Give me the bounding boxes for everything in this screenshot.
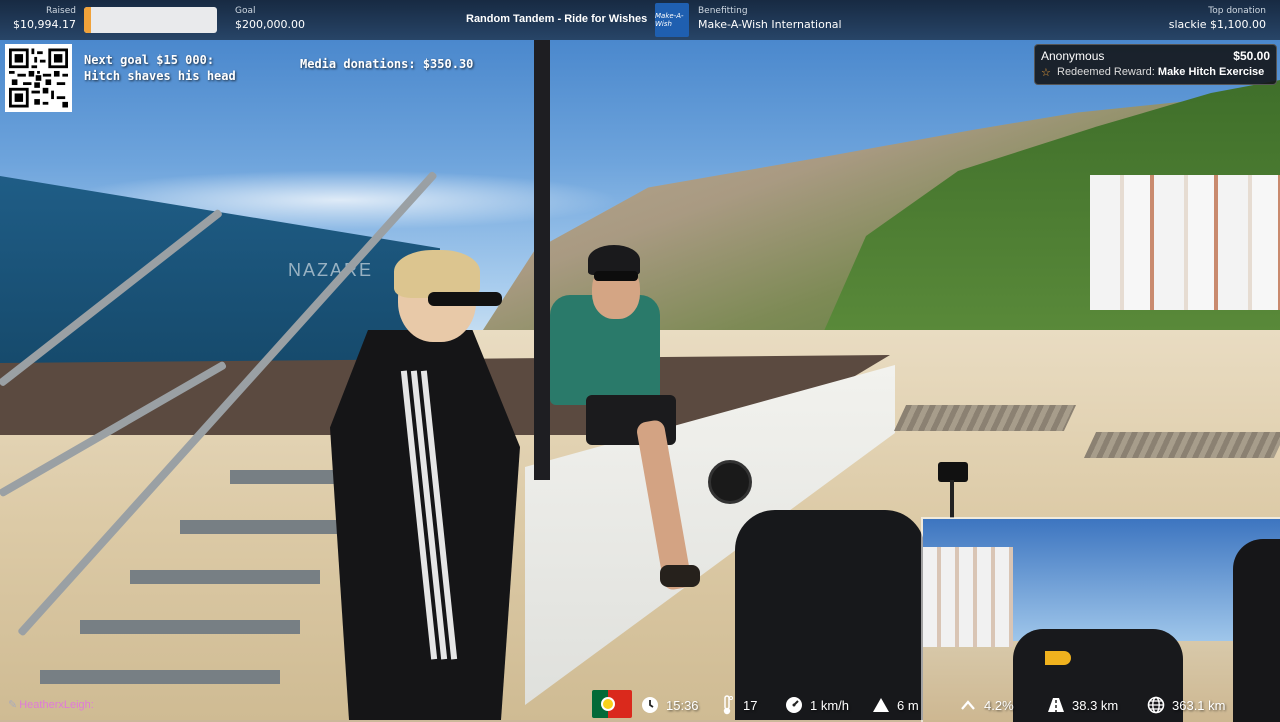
speed-value: 1 km/h — [810, 697, 850, 713]
goal-progress-bar — [84, 7, 217, 33]
benefit-stat: Benefitting Make-A-Wish International — [698, 6, 842, 31]
make-a-wish-logo-text: Make-A-Wish — [655, 12, 684, 28]
benefit-value: Make-A-Wish International — [698, 18, 842, 31]
hud-total-distance: 363.1 km — [1146, 690, 1225, 720]
mountain-icon — [871, 695, 891, 715]
make-a-wish-logo: Make-A-Wish — [655, 3, 689, 37]
distance-value: 38.3 km — [1072, 697, 1119, 713]
donation-alert: Anonymous $50.00 ☆ Redeemed Reward: Make… — [1034, 44, 1277, 85]
sunglasses — [594, 271, 638, 281]
altitude-value: 6 m — [897, 697, 919, 713]
chat-message: ✎ HeatherxLeigh: — [8, 698, 94, 711]
camera-tripod — [938, 462, 968, 482]
stair-rail — [0, 360, 228, 498]
speedometer-icon — [784, 695, 804, 715]
thermometer-icon — [717, 695, 737, 715]
goal-value: $200,000.00 — [235, 18, 305, 31]
star-icon: ☆ — [1041, 67, 1051, 79]
total-distance-value: 363.1 km — [1172, 697, 1226, 713]
hud-temperature: 17 — [717, 690, 757, 720]
tripod-leg — [950, 480, 954, 518]
hud-time: 15:36 — [640, 690, 699, 720]
hud-distance: 38.3 km — [1046, 690, 1118, 720]
sunglasses — [428, 292, 502, 306]
time-value: 15:36 — [666, 697, 699, 713]
hud-altitude: 6 m — [871, 690, 919, 720]
globe-icon — [1146, 695, 1166, 715]
stream-title: Random Tandem - Ride for Wishes — [466, 13, 648, 25]
reward-name: Make Hitch Exercise — [1157, 66, 1265, 78]
benefit-label: Benefitting — [698, 6, 748, 16]
boardwalk — [893, 405, 1077, 431]
boardwalk — [1083, 432, 1280, 458]
goal-progress-fill — [84, 7, 92, 33]
top-donation-bar: Raised $10,994.17 Goal $200,000.00 Rando… — [0, 0, 1280, 40]
next-goal-text: Next goal $15 000: Hitch shaves his head — [84, 53, 236, 83]
bike-bag — [735, 510, 925, 720]
top-donation-value: slackie $1,100.00 — [1168, 18, 1266, 31]
raised-stat: Raised $10,994.17 — [13, 6, 76, 31]
raised-value: $10,994.17 — [13, 18, 76, 31]
bike-mirror — [708, 460, 752, 504]
town-buildings — [1090, 175, 1280, 310]
chat-badge-icon: ✎ — [8, 699, 18, 711]
person-standing — [320, 250, 540, 720]
hud-gradient: 4.2% — [958, 690, 1014, 720]
top-donation-stat: Top donation slackie $1,100.00 — [1169, 6, 1266, 31]
top-donation-label: Top donation — [1208, 6, 1266, 16]
temperature-value: 17 — [743, 697, 758, 713]
person-sitting — [550, 245, 710, 615]
portugal-flag-icon — [592, 690, 632, 718]
reward-prefix: Redeemed Reward: — [1057, 66, 1155, 78]
road-icon — [1046, 695, 1066, 715]
raised-label: Raised — [45, 6, 76, 16]
stair-step — [80, 620, 300, 634]
stair-step — [130, 570, 320, 584]
chevron-up-icon — [958, 695, 978, 715]
chat-username: HeatherxLeigh: — [19, 699, 94, 711]
qr-code-icon — [9, 48, 68, 108]
media-donations-text: Media donations: $350.30 — [300, 57, 474, 71]
stair-step — [40, 670, 280, 684]
donation-amount: $50.00 — [1233, 49, 1270, 63]
stair-rail — [0, 208, 224, 388]
hair — [394, 250, 480, 298]
hud-speed: 1 km/h — [784, 690, 849, 720]
goal-stat: Goal $200,000.00 — [235, 6, 305, 31]
reward-text: Redeemed Reward: Make Hitch Exercise — [1057, 66, 1264, 78]
donation-qr-code[interactable] — [5, 44, 72, 112]
sandal — [660, 565, 700, 587]
pip-building — [923, 547, 1013, 647]
gradient-value: 4.2% — [984, 697, 1014, 713]
clock-icon — [640, 695, 660, 715]
goal-label: Goal — [235, 6, 256, 16]
stair-step — [180, 520, 340, 534]
donor-name: Anonymous — [1041, 49, 1105, 63]
horn-icon — [1045, 651, 1071, 665]
pip-rider — [1233, 539, 1280, 722]
